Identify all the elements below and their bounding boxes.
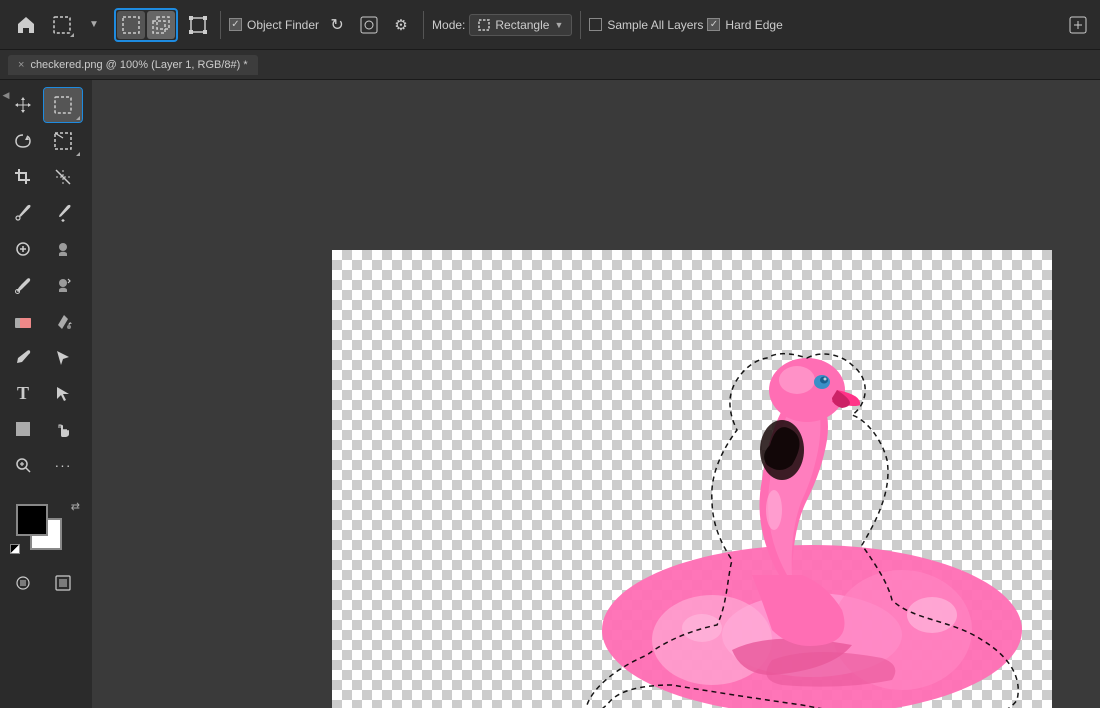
quick-mask-button[interactable] (4, 566, 42, 600)
direct-selection-button[interactable] (44, 376, 82, 410)
transform-selection-button[interactable] (184, 11, 212, 39)
new-selection-button[interactable] (117, 11, 145, 39)
object-finder-label: Object Finder (247, 18, 319, 32)
zoom-tool-button[interactable] (4, 448, 42, 482)
canvas-area[interactable] (92, 80, 1100, 708)
polygonal-lasso-button[interactable] (44, 124, 82, 158)
separator-3 (580, 11, 581, 39)
select-subject-button[interactable] (355, 11, 383, 39)
eraser-tool-button[interactable] (4, 304, 42, 338)
hard-edge-checkbox[interactable]: ✓ Hard Edge (707, 18, 782, 32)
tool-row-2 (4, 124, 88, 158)
reset-colors-button[interactable] (10, 544, 20, 554)
tool-row-extra (4, 566, 88, 600)
flamingo-svg (472, 290, 1052, 708)
more-icon: ··· (55, 457, 72, 473)
spot-healing-tool-button[interactable] (4, 232, 42, 266)
object-finder-check-box[interactable]: ✓ (229, 18, 242, 31)
tool-row-7 (4, 304, 88, 338)
type-tool-button[interactable]: T (4, 376, 42, 410)
flamingo-image (472, 290, 1052, 708)
mode-label: Mode: (432, 18, 465, 32)
tool-row-4 (4, 196, 88, 230)
crop-tool-button[interactable] (4, 160, 42, 194)
tab-filename: checkered.png @ 100% (Layer 1, RGB/8#) * (30, 59, 247, 71)
eyedropper-tool-button[interactable] (4, 196, 42, 230)
document-tab[interactable]: × checkered.png @ 100% (Layer 1, RGB/8#)… (8, 55, 258, 75)
side-toolbar: T (0, 80, 92, 708)
tool-row-1 (4, 88, 88, 122)
healing-tool-button[interactable] (44, 232, 82, 266)
hand-tool-button[interactable] (44, 412, 82, 446)
separator-2 (423, 11, 424, 39)
object-finder-checkbox[interactable]: ✓ Object Finder (229, 18, 319, 32)
hard-edge-label: Hard Edge (725, 18, 782, 32)
sample-all-layers-label: Sample All Layers (607, 18, 703, 32)
panel-collapse-button[interactable]: ◀ (0, 80, 12, 110)
swap-colors-button[interactable]: ⇄ (71, 500, 80, 513)
top-toolbar: ▼ ✓ Object Finder ↻ (0, 0, 1100, 50)
selection-mode-group (114, 8, 178, 42)
refresh-button[interactable]: ↻ (323, 11, 351, 39)
pen-tool-button[interactable] (4, 340, 42, 374)
canvas-document[interactable] (332, 250, 1052, 708)
home-button[interactable] (8, 7, 44, 43)
settings-button[interactable]: ⚙ (387, 11, 415, 39)
mode-value: Rectangle (495, 18, 549, 32)
tool-row-10 (4, 412, 88, 446)
tab-close-button[interactable]: × (18, 59, 24, 71)
color-swatch-area: ⇄ (4, 492, 88, 560)
paint-bucket-button[interactable] (44, 304, 82, 338)
separator-1 (220, 11, 221, 39)
shape-tool-button[interactable] (4, 412, 42, 446)
tool-row-9: T (4, 376, 88, 410)
marquee-tool-button-side[interactable] (44, 88, 82, 122)
tool-row-5 (4, 232, 88, 266)
lasso-tool-button[interactable] (4, 124, 42, 158)
path-selection-button[interactable] (44, 340, 82, 374)
slice-tool-button[interactable] (44, 160, 82, 194)
sample-all-layers-checkbox[interactable]: Sample All Layers (589, 18, 703, 32)
tool-row-6 (4, 268, 88, 302)
marquee-tool-button[interactable] (48, 11, 76, 39)
brush-tool-button[interactable] (4, 268, 42, 302)
clone-stamp-button[interactable] (44, 268, 82, 302)
arrow-dropdown-button[interactable]: ▼ (80, 11, 108, 39)
tool-row-3 (4, 160, 88, 194)
mode-dropdown[interactable]: Rectangle ▼ (469, 14, 572, 36)
tool-row-8 (4, 340, 88, 374)
tool-row-11: ··· (4, 448, 88, 482)
add-to-selection-button[interactable] (147, 11, 175, 39)
type-icon: T (17, 383, 29, 404)
extras-button[interactable] (1064, 11, 1092, 39)
mode-chevron-icon: ▼ (554, 20, 563, 30)
tab-bar: ◀ × checkered.png @ 100% (Layer 1, RGB/8… (0, 50, 1100, 80)
rectangle-mode-icon (478, 19, 490, 31)
foreground-color-swatch[interactable] (16, 504, 48, 536)
more-tools-button[interactable]: ··· (44, 448, 82, 482)
sample-all-layers-check-box[interactable] (589, 18, 602, 31)
hard-edge-check-box[interactable]: ✓ (707, 18, 720, 31)
color-sampler-button[interactable] (44, 196, 82, 230)
color-area: ⇄ (8, 496, 84, 556)
screen-mode-button[interactable] (44, 566, 82, 600)
